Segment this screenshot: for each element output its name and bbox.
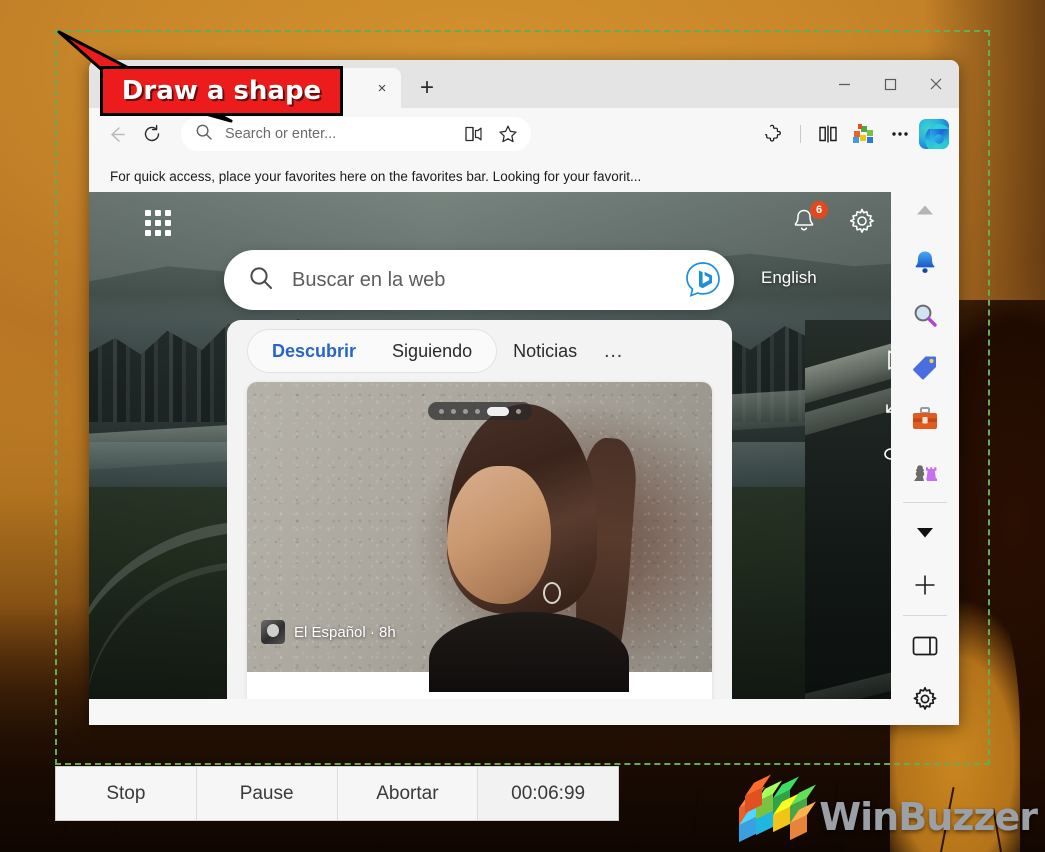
address-bar-placeholder: Search or enter... bbox=[225, 126, 337, 142]
winbuzzer-logo-icon bbox=[735, 787, 813, 844]
sidebar-item-toggle-panel[interactable] bbox=[903, 628, 947, 664]
toolbar-right-group bbox=[756, 117, 949, 151]
bing-search-box[interactable]: Buscar en la web bbox=[224, 250, 734, 310]
new-tab-button[interactable]: + bbox=[411, 72, 443, 104]
ellipsis-icon[interactable] bbox=[883, 117, 917, 151]
tab-descubrir[interactable]: Descubrir bbox=[254, 331, 374, 371]
sidebar-item-notifications[interactable] bbox=[903, 244, 947, 280]
subject-earring bbox=[543, 582, 561, 604]
notification-badge: 6 bbox=[810, 201, 828, 219]
news-source-avatar bbox=[261, 620, 285, 644]
sidebar-item-games[interactable] bbox=[903, 454, 947, 490]
maximize-icon[interactable] bbox=[867, 60, 913, 108]
sidebar-divider-lower bbox=[903, 615, 947, 617]
sidebar-item-tools[interactable] bbox=[903, 401, 947, 437]
sidebar-item-collapse[interactable] bbox=[903, 192, 947, 228]
tab-noticias[interactable]: Noticias bbox=[497, 341, 593, 362]
news-photo-subject bbox=[419, 404, 639, 692]
window-controls bbox=[821, 60, 959, 108]
screen-recorder-toolbar: Stop Pause Abortar 00:06:99 bbox=[55, 766, 619, 821]
subject-face bbox=[447, 466, 551, 604]
winbuzzer-watermark: WinBuzzer bbox=[735, 786, 1038, 848]
tab-siguiendo[interactable]: Siguiendo bbox=[374, 331, 490, 371]
puzzle-piece-icon[interactable] bbox=[756, 117, 790, 151]
split-screen-icon[interactable] bbox=[811, 117, 845, 151]
story-progress-indicator[interactable] bbox=[427, 402, 532, 420]
sidebar-item-search[interactable] bbox=[903, 297, 947, 333]
page-viewport: 6 Buscar en la web English Descubrir Sig… bbox=[89, 192, 959, 699]
bing-chat-icon[interactable] bbox=[680, 257, 726, 303]
search-icon bbox=[248, 265, 274, 296]
favorites-bar[interactable]: For quick access, place your favorites h… bbox=[89, 160, 959, 192]
abort-button[interactable]: Abortar bbox=[338, 767, 479, 820]
sidebar-item-shopping[interactable] bbox=[903, 349, 947, 385]
close-window-icon[interactable] bbox=[913, 60, 959, 108]
read-aloud-icon[interactable] bbox=[457, 117, 491, 151]
news-photo: El Español · 8h bbox=[247, 382, 712, 692]
news-story-card[interactable]: El Español · 8h bbox=[247, 382, 712, 699]
sidebar-item-show-more[interactable] bbox=[903, 515, 947, 551]
bing-language-label[interactable]: English bbox=[761, 268, 817, 288]
news-source-label: El Español · 8h bbox=[294, 623, 396, 641]
app-grid-icon[interactable] bbox=[145, 210, 171, 236]
feed-tabs-pill: Descubrir Siguiendo bbox=[247, 329, 498, 373]
favorites-bar-hint: For quick access, place your favorites h… bbox=[110, 168, 642, 184]
minimize-icon[interactable] bbox=[821, 60, 867, 108]
gear-icon[interactable] bbox=[847, 206, 881, 240]
toolbar-divider bbox=[800, 125, 801, 143]
feed-tabs: Descubrir Siguiendo Noticias … bbox=[227, 320, 732, 382]
edge-browser-window: × + Search or enter... For quick access,… bbox=[89, 60, 959, 725]
pause-button[interactable]: Pause bbox=[197, 767, 338, 820]
edge-sidebar bbox=[891, 172, 959, 725]
feed-more-icon[interactable]: … bbox=[593, 340, 635, 363]
annotation-label-text: Draw a shape bbox=[121, 76, 322, 106]
winbuzzer-wordmark: WinBuzzer bbox=[819, 795, 1038, 839]
news-headline bbox=[247, 672, 712, 699]
bing-search-placeholder: Buscar en la web bbox=[292, 268, 446, 291]
sidebar-divider bbox=[903, 501, 947, 503]
news-source: El Español · 8h bbox=[261, 620, 396, 644]
copilot-icon[interactable] bbox=[919, 119, 949, 149]
sidebar-item-settings[interactable] bbox=[903, 681, 947, 717]
star-icon[interactable] bbox=[491, 117, 525, 151]
stop-button[interactable]: Stop bbox=[56, 767, 197, 820]
bing-feed-card: Descubrir Siguiendo Noticias … El Españo… bbox=[227, 320, 732, 699]
bing-top-bar: 6 bbox=[89, 192, 943, 252]
annotation-label-box: Draw a shape bbox=[100, 66, 343, 116]
collections-cubes-icon[interactable] bbox=[847, 117, 881, 151]
bell-icon[interactable]: 6 bbox=[789, 201, 828, 240]
annotation-draw-a-shape: Draw a shape bbox=[55, 28, 375, 128]
recording-timer: 00:06:99 bbox=[478, 767, 618, 820]
sidebar-item-add-app[interactable] bbox=[903, 567, 947, 603]
